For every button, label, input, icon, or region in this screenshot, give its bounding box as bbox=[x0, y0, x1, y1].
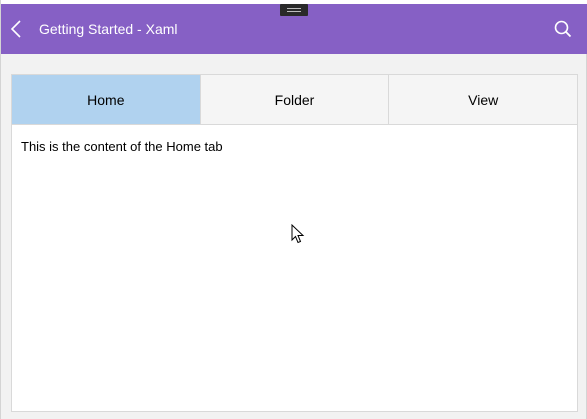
tab-folder-label: Folder bbox=[274, 91, 315, 108]
tab-strip: Home Folder View bbox=[12, 75, 578, 125]
chevron-left-icon bbox=[10, 20, 21, 38]
tab-home[interactable]: Home bbox=[12, 75, 201, 124]
mouse-cursor-icon bbox=[291, 224, 305, 244]
back-button[interactable] bbox=[1, 4, 31, 54]
drag-handle[interactable] bbox=[280, 4, 308, 16]
tab-folder[interactable]: Folder bbox=[200, 75, 390, 124]
tab-home-label: Home bbox=[87, 91, 125, 108]
search-icon bbox=[554, 20, 572, 38]
tab-view[interactable]: View bbox=[389, 75, 578, 124]
page-title: Getting Started - Xaml bbox=[39, 21, 178, 37]
tab-content-text: This is the content of the Home tab bbox=[21, 139, 223, 154]
app-window: Getting Started - Xaml Home Folder View … bbox=[0, 0, 587, 419]
tab-view-label: View bbox=[468, 91, 499, 108]
search-button[interactable] bbox=[548, 4, 578, 54]
